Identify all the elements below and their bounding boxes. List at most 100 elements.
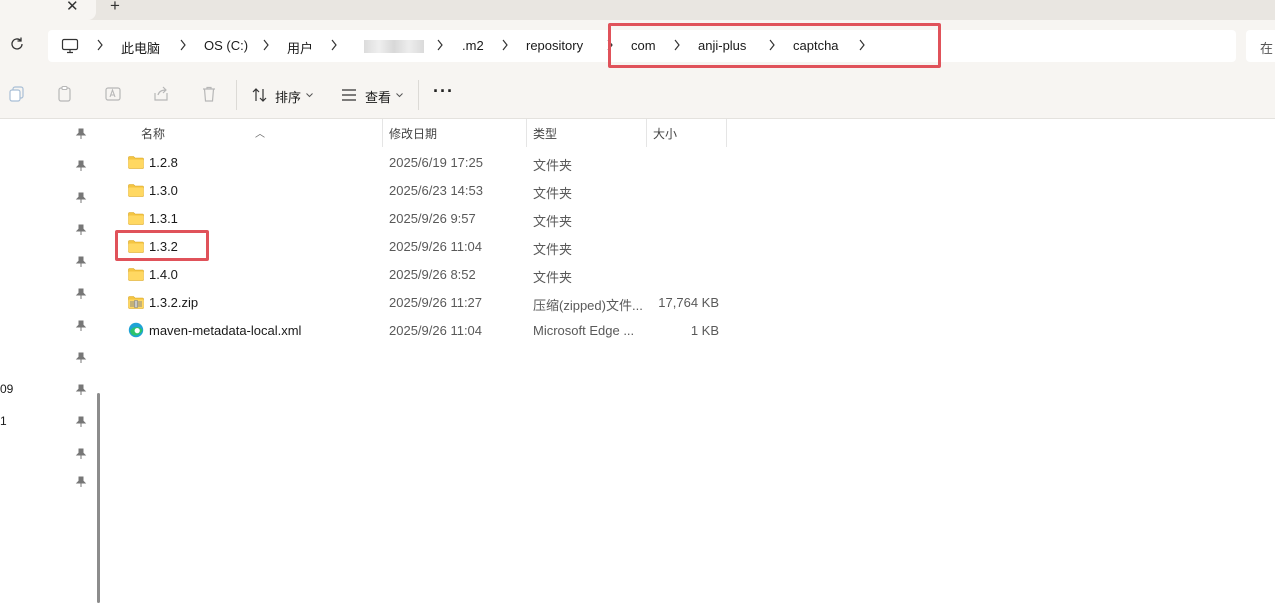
pin-icon[interactable] [75,160,87,172]
view-label: 查看 [365,90,392,105]
sort-button[interactable]: 排序 [250,85,320,105]
file-name: 1.3.2.zip [149,295,199,310]
file-date: 2025/9/26 8:52 [389,267,476,282]
file-size: 17,764 KB [658,295,719,310]
file-type: 文件夹 [533,158,573,173]
pin-icon[interactable] [75,256,87,268]
folder-icon [128,212,144,225]
file-type: 文件夹 [533,214,573,229]
pin-icon[interactable] [75,224,87,236]
crumb-m2[interactable]: .m2 [462,38,484,53]
navigation-pane: 09 1 [0,119,104,603]
pin-icon[interactable] [75,448,87,460]
chevron-right-icon[interactable] [436,39,444,51]
chevron-down-icon [306,93,313,98]
pin-icon[interactable] [75,352,87,364]
folder-icon [128,268,144,281]
file-list: ︿ 名称 修改日期 类型 大小 1.2.8 2025/6/19 17:25 文件… [110,119,1275,484]
file-name: 1.4.0 [149,267,178,282]
file-date: 2025/9/26 11:04 [389,323,483,338]
annotation-highlight-row [115,230,209,261]
pin-icon[interactable] [75,288,87,300]
column-header-date[interactable]: 修改日期 [389,125,437,142]
file-row[interactable]: 1.4.0 2025/9/26 8:52 文件夹 [120,261,1120,289]
copy-icon[interactable] [8,85,26,103]
file-name: 1.3.1 [149,211,178,226]
file-row[interactable]: 1.3.2.zip 2025/9/26 11:27 压缩(zipped)文件..… [120,289,1120,317]
crumb-repository[interactable]: repository [526,38,583,53]
view-icon [342,89,356,101]
computer-icon [61,38,79,54]
file-date: 2025/9/26 9:57 [389,211,476,226]
file-date: 2025/9/26 11:04 [389,239,483,254]
crumb-user-redacted[interactable] [364,40,424,53]
pin-icon[interactable] [75,128,87,140]
pin-icon[interactable] [75,476,87,488]
file-date: 2025/6/19 17:25 [389,155,483,170]
pin-icon[interactable] [75,384,87,396]
sort-ascending-icon: ︿ [255,129,265,140]
edge-xml-icon [128,322,144,338]
folder-icon [128,156,144,169]
chevron-right-icon[interactable] [501,39,509,51]
file-size: 1 KB [690,323,719,338]
pin-icon[interactable] [75,192,87,204]
new-tab-button[interactable]: + [110,0,120,16]
file-date: 2025/9/26 11:27 [389,295,483,310]
file-name: 1.3.0 [149,183,178,198]
active-tab[interactable]: ✕ [0,0,96,20]
file-name: maven-metadata-local.xml [149,323,302,338]
rename-icon[interactable] [104,85,122,103]
search-box[interactable]: 在 [1246,30,1275,62]
column-header-size[interactable]: 大小 [653,125,677,142]
column-divider[interactable] [726,119,727,147]
file-row[interactable]: maven-metadata-local.xml 2025/9/26 11:04… [120,317,1120,345]
file-type: 文件夹 [533,270,573,285]
file-type: 文件夹 [533,242,573,257]
file-row[interactable]: 1.3.2 2025/9/26 11:04 文件夹 [120,233,1120,261]
file-type: 文件夹 [533,186,573,201]
nav-item-label[interactable]: 09 [0,382,13,396]
folder-icon [128,184,144,197]
chevron-right-icon[interactable] [96,39,104,51]
nav-scrollbar[interactable] [97,393,100,603]
chevron-down-icon [396,93,403,98]
file-row[interactable]: 1.2.8 2025/6/19 17:25 文件夹 [120,149,1120,177]
annotation-highlight-breadcrumbs [608,23,941,68]
file-row[interactable]: 1.3.0 2025/6/23 14:53 文件夹 [120,177,1120,205]
zip-folder-icon [128,296,144,309]
column-header-type[interactable]: 类型 [533,125,557,142]
column-divider[interactable] [646,119,647,147]
sort-label: 排序 [275,90,302,105]
file-date: 2025/6/23 14:53 [389,183,483,198]
toolbar-divider [418,80,419,110]
pin-icon[interactable] [75,416,87,428]
close-tab-icon[interactable]: ✕ [66,0,79,15]
column-header-name[interactable]: 名称 [141,125,165,142]
column-divider[interactable] [382,119,383,147]
crumb-users[interactable]: 用户 [287,38,313,57]
more-options-button[interactable]: ··· [433,81,454,102]
view-button[interactable]: 查看 [340,85,410,105]
file-name: 1.2.8 [149,155,178,170]
nav-item-label[interactable]: 1 [0,414,7,428]
column-header-row: ︿ 名称 修改日期 类型 大小 [110,119,1275,147]
crumb-drive-c[interactable]: OS (C:) [204,38,248,53]
file-row[interactable]: 1.3.1 2025/9/26 9:57 文件夹 [120,205,1120,233]
file-type: Microsoft Edge ... [533,323,635,338]
delete-icon[interactable] [200,85,218,103]
chevron-right-icon[interactable] [179,39,187,51]
crumb-this-pc[interactable]: 此电脑 [121,38,160,57]
chevron-right-icon[interactable] [330,39,338,51]
refresh-icon[interactable] [9,36,25,52]
paste-icon[interactable] [56,85,74,103]
file-type: 压缩(zipped)文件... [533,298,643,313]
toolbar-divider [236,80,237,110]
pin-icon[interactable] [75,320,87,332]
column-divider[interactable] [526,119,527,147]
share-icon[interactable] [152,85,170,103]
tab-strip: ✕ + [0,0,1275,20]
search-placeholder: 在 [1260,41,1274,56]
command-bar: 排序 查看 ··· [0,72,1275,119]
chevron-right-icon[interactable] [262,39,270,51]
